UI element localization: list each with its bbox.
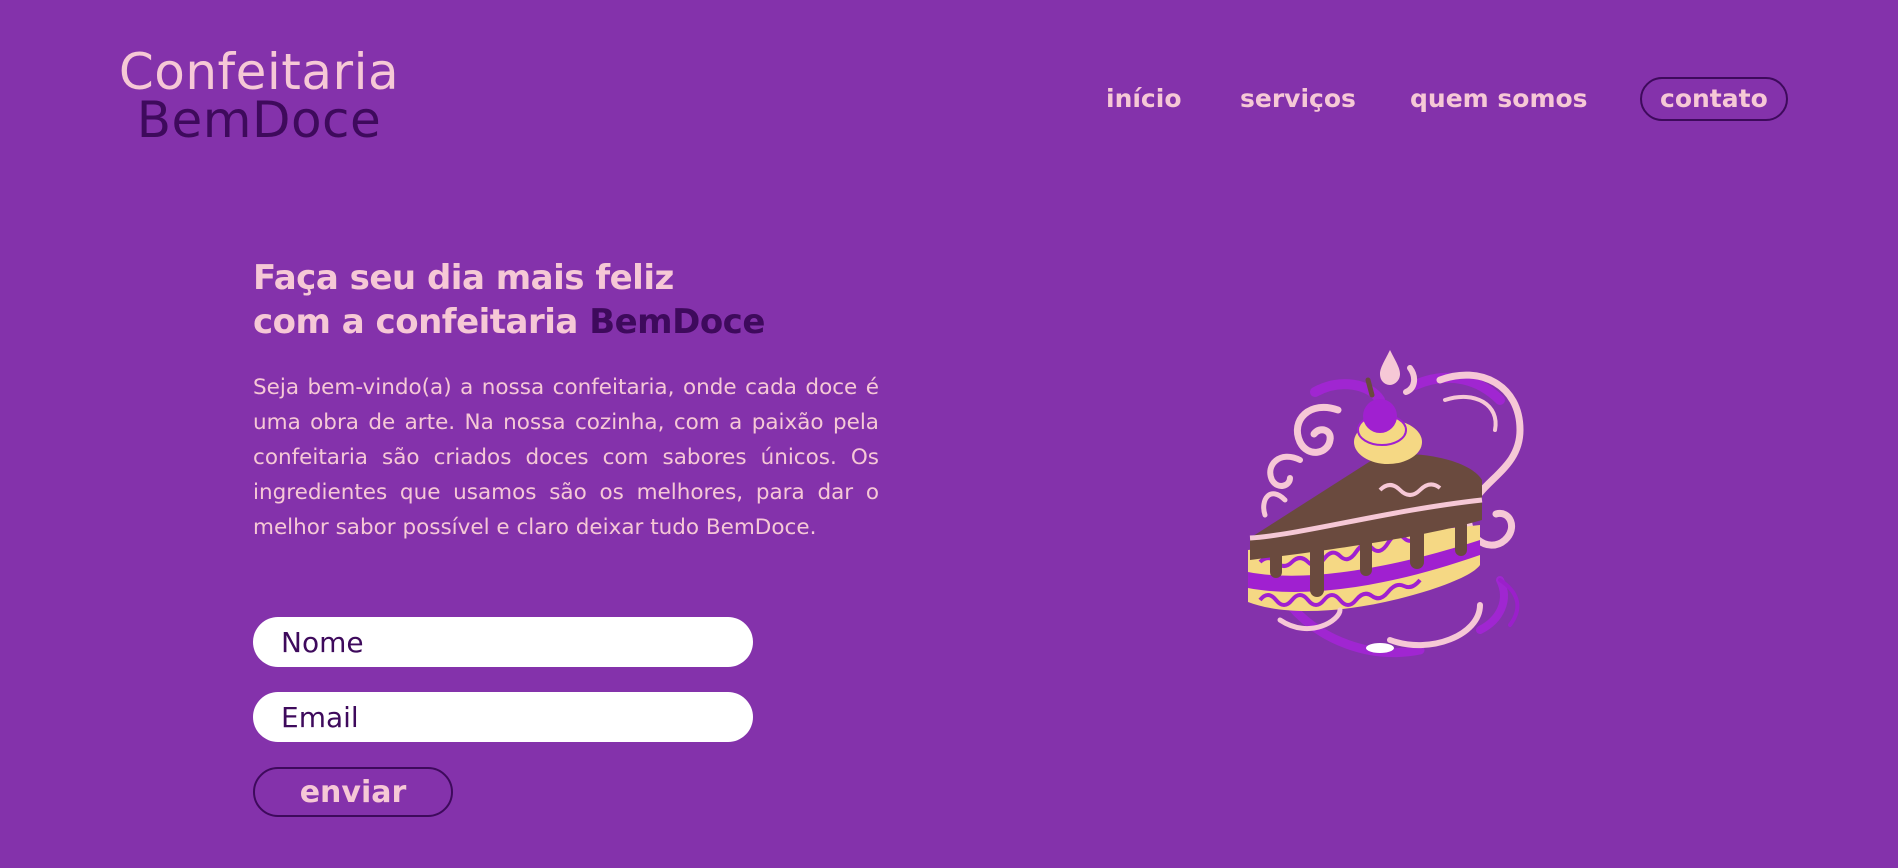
hero-title-brand: BemDoce	[589, 302, 765, 342]
email-input[interactable]	[253, 692, 753, 742]
nav-item-servicos[interactable]: serviços	[1240, 77, 1356, 121]
site-logo[interactable]: Confeitaria BemDoce	[118, 43, 400, 149]
cake-slice-icon	[1248, 350, 1524, 658]
hero-title: Faça seu dia mais feliz com a confeitari…	[253, 256, 765, 344]
logo-line-bemdoce: BemDoce	[136, 91, 382, 149]
main-nav: início serviços quem somos contato	[1000, 77, 1788, 121]
nav-item-inicio[interactable]: início	[1106, 77, 1182, 121]
hero-title-line2: com a confeitaria	[253, 302, 590, 342]
cake-slice-illustration	[1230, 350, 1560, 690]
nav-item-contato[interactable]: contato	[1640, 77, 1788, 121]
name-input[interactable]	[253, 617, 753, 667]
hero-title-line1: Faça seu dia mais feliz	[253, 258, 674, 298]
nav-item-quem-somos[interactable]: quem somos	[1410, 77, 1588, 121]
send-button[interactable]: enviar	[253, 767, 453, 817]
hero-description: Seja bem-vindo(a) a nossa confeitaria, o…	[253, 375, 879, 540]
logo-line-confeitaria: Confeitaria	[118, 43, 400, 101]
